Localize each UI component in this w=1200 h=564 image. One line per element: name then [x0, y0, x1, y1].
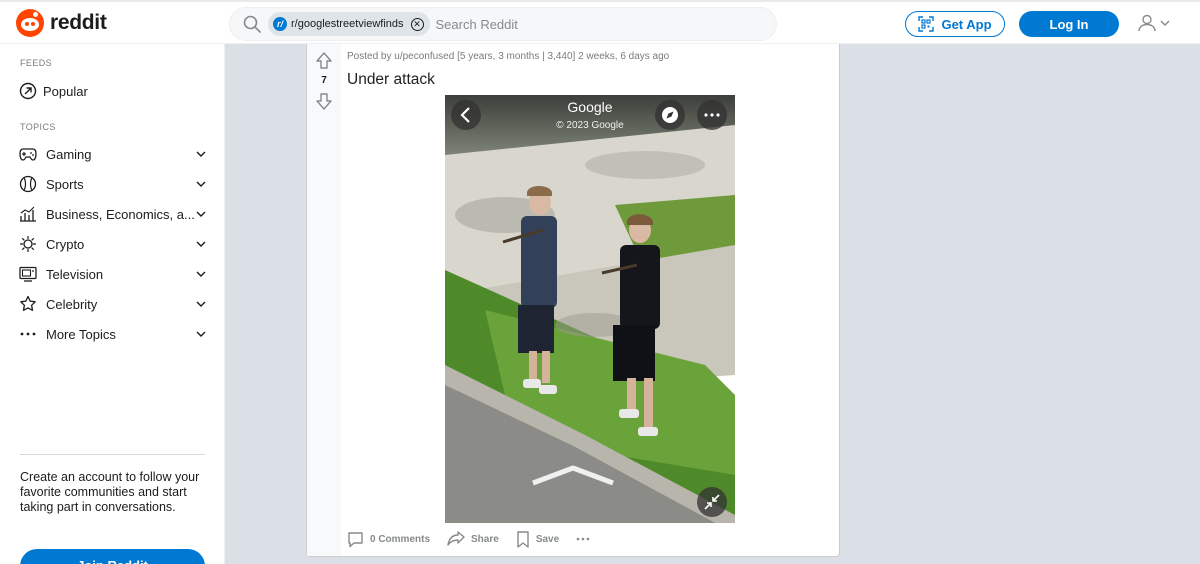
google-brand-label: Google — [567, 99, 613, 115]
sidebar-item-label: More Topics — [46, 326, 116, 342]
sidebar-item-business[interactable]: Business, Economics, a... — [19, 201, 207, 227]
more-dots-icon — [19, 325, 37, 343]
chevron-down-icon — [196, 301, 206, 307]
gamepad-icon — [19, 145, 37, 163]
reddit-logo[interactable]: reddit — [16, 9, 107, 37]
comments-label: 0 Comments — [370, 533, 431, 545]
sidebar-divider — [20, 454, 205, 455]
feeds-heading: FEEDS — [20, 58, 53, 68]
topics-heading: TOPICS — [20, 122, 56, 132]
ball-icon — [19, 175, 37, 193]
join-reddit-button[interactable]: Join Reddit — [20, 549, 205, 564]
more-options-button[interactable] — [697, 100, 727, 130]
post-title[interactable]: Under attack — [347, 71, 435, 89]
image-copyright: © 2023 Google — [556, 120, 624, 131]
comment-icon — [348, 531, 363, 547]
collapse-icon — [704, 494, 720, 510]
vote-column: 7 — [307, 44, 341, 556]
community-icon: r/ — [273, 17, 287, 31]
chevron-down-icon — [196, 331, 206, 337]
user-menu-dropdown[interactable] — [1137, 13, 1171, 33]
signup-prompt-text: Create an account to follow your favorit… — [20, 470, 200, 514]
search-bar[interactable]: r/ r/googlestreetviewfinds ✕ — [229, 7, 777, 41]
sidebar-item-label: Celebrity — [46, 296, 98, 312]
sidebar-item-label: Business, Economics, a... — [46, 206, 195, 222]
sidebar-item-sports[interactable]: Sports — [19, 171, 207, 197]
street-view-photo — [445, 95, 735, 523]
sidebar-item-more-topics[interactable]: More Topics — [19, 321, 207, 347]
chevron-down-icon — [196, 181, 206, 187]
vote-count: 7 — [321, 75, 327, 86]
top-bar: reddit r/ r/googlestreetviewfinds ✕ Get … — [0, 0, 1200, 44]
save-button[interactable]: Save — [516, 530, 560, 548]
search-input[interactable] — [435, 16, 656, 32]
chevron-down-icon — [196, 151, 206, 157]
community-chip-label: r/googlestreetviewfinds — [291, 18, 404, 30]
more-dots-icon — [576, 537, 590, 541]
tv-icon — [19, 265, 37, 283]
qr-code-icon — [918, 16, 935, 32]
sidebar-item-label: Television — [46, 266, 104, 282]
post-card[interactable]: 7 Posted by u/peconfused [5 years, 3 mon… — [306, 44, 840, 557]
downvote-icon[interactable] — [316, 93, 332, 110]
save-label: Save — [535, 533, 560, 545]
more-dots-icon — [704, 113, 720, 117]
sidebar-item-label: Popular — [43, 83, 88, 99]
post-image[interactable]: Google © 2023 Google — [445, 95, 735, 523]
sidebar-item-popular[interactable]: Popular — [19, 78, 207, 104]
bar-chart-icon — [19, 205, 37, 223]
community-filter-chip[interactable]: r/ r/googlestreetviewfinds ✕ — [268, 12, 430, 36]
sidebar-item-label: Gaming — [46, 146, 92, 162]
log-in-button[interactable]: Log In — [1019, 11, 1119, 37]
get-app-button[interactable]: Get App — [905, 11, 1005, 37]
logo-wordmark: reddit — [50, 11, 107, 34]
sidebar-item-crypto[interactable]: Crypto — [19, 231, 207, 257]
comments-button[interactable]: 0 Comments — [347, 531, 430, 548]
share-label: Share — [471, 533, 499, 545]
sidebar-item-label: Sports — [46, 176, 84, 192]
user-icon — [1138, 14, 1156, 32]
sidebar-item-celebrity[interactable]: Celebrity — [19, 291, 207, 317]
post-meta: Posted by u/peconfused [5 years, 3 month… — [347, 51, 670, 62]
star-icon — [19, 295, 37, 313]
chevron-down-icon — [1160, 20, 1170, 26]
sidebar-item-gaming[interactable]: Gaming — [19, 141, 207, 167]
left-sidebar: FEEDS Popular TOPICS Gaming Sports Busin… — [0, 44, 225, 564]
sidebar-item-label: Crypto — [46, 236, 85, 252]
chevron-down-icon — [196, 241, 206, 247]
post-actions: 0 Comments Share Save — [347, 528, 613, 550]
more-actions-button[interactable] — [576, 537, 596, 541]
bookmark-icon — [517, 530, 529, 548]
share-icon — [447, 531, 465, 546]
get-app-label: Get App — [941, 16, 992, 32]
upvote-icon[interactable] — [316, 52, 332, 69]
crypto-icon — [19, 235, 37, 253]
back-button[interactable] — [451, 100, 481, 130]
chevron-down-icon — [196, 271, 206, 277]
compass-icon — [662, 107, 678, 123]
sidebar-item-television[interactable]: Television — [19, 261, 207, 287]
popular-arrow-icon — [19, 82, 37, 100]
search-icon — [243, 15, 261, 33]
reddit-snoo-icon — [16, 9, 44, 37]
compass-button[interactable] — [655, 100, 685, 130]
chevron-down-icon — [196, 211, 206, 217]
clear-chip-icon[interactable]: ✕ — [410, 17, 424, 31]
share-button[interactable]: Share — [447, 531, 499, 547]
exit-fullscreen-button[interactable] — [697, 487, 727, 517]
chevron-left-icon — [460, 107, 470, 123]
